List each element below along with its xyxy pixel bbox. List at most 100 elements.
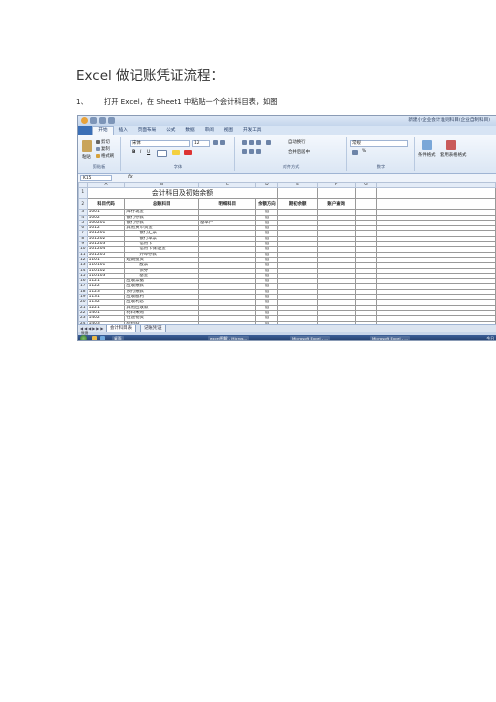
borders-icon[interactable] — [157, 150, 167, 157]
name-box[interactable]: K15 — [80, 175, 112, 181]
alignment-label: 对齐方式 — [282, 164, 300, 169]
office-menu[interactable] — [78, 126, 93, 135]
copy-button[interactable]: 复制 — [101, 146, 110, 152]
row-header[interactable]: 15 — [78, 272, 88, 280]
orientation-icon[interactable] — [266, 140, 271, 145]
tab-home[interactable]: 开始 — [92, 126, 114, 135]
document-title: Excel 做记账凭证流程： — [76, 68, 225, 84]
tab-formulas[interactable]: 公式 — [161, 126, 180, 135]
format-painter-button[interactable]: 格式刷 — [101, 153, 114, 159]
windows-taskbar: 桌面 excel图解 - Micros... Microsoft Excel -… — [78, 335, 496, 341]
paste-icon[interactable] — [82, 140, 92, 152]
header-code[interactable]: 科目代码 — [86, 198, 126, 211]
office-button-icon[interactable] — [81, 117, 88, 124]
row-header[interactable]: 2 — [78, 198, 88, 211]
window-title: 新建小企业会计准则科目(企业自制科目) — [408, 118, 490, 123]
cut-button[interactable]: 剪切 — [101, 139, 110, 145]
tab-developer[interactable]: 开发工具 — [238, 126, 266, 135]
taskbar-item-word[interactable]: excel图解 - Micros... — [208, 336, 250, 340]
format-painter-icon[interactable] — [96, 154, 100, 158]
excel-screenshot: 新建小企业会计准则科目(企业自制科目) 开始 插入 页面布局 公式 数据 审阅 … — [77, 115, 496, 341]
ie-icon[interactable] — [100, 336, 105, 340]
bold-button[interactable]: B — [132, 150, 135, 155]
tab-view[interactable]: 视图 — [219, 126, 238, 135]
row-header[interactable]: 12 — [78, 256, 88, 264]
row-header[interactable]: 14 — [78, 267, 88, 274]
header-direction[interactable]: 余额方向 — [255, 198, 279, 211]
alignment-group: 自动换行 合并后居中 对齐方式 — [236, 137, 347, 171]
undo-icon[interactable] — [99, 117, 106, 124]
cell[interactable] — [354, 187, 378, 200]
taskbar-item-excel-2[interactable]: Microsoft Excel - ... — [370, 336, 410, 340]
font-color-icon[interactable] — [184, 150, 192, 155]
italic-button[interactable]: I — [140, 150, 141, 155]
cell[interactable] — [376, 198, 496, 211]
quick-access-toolbar[interactable] — [81, 117, 115, 125]
currency-icon[interactable] — [352, 150, 358, 155]
grow-font-icon[interactable] — [213, 140, 218, 145]
shrink-font-icon[interactable] — [220, 140, 225, 145]
percent-button[interactable]: % — [362, 149, 366, 154]
fill-color-icon[interactable] — [172, 150, 180, 155]
cell[interactable] — [376, 187, 496, 200]
copy-icon[interactable] — [96, 147, 100, 151]
align-top-icon[interactable] — [242, 140, 247, 145]
fx-icon[interactable]: fx — [128, 174, 133, 180]
header-account[interactable]: 总账科目 — [124, 198, 199, 211]
table-format-icon[interactable] — [446, 140, 456, 150]
tab-review[interactable]: 审阅 — [200, 126, 219, 135]
ribbon-tabs: 开始 插入 页面布局 公式 数据 审阅 视图 开发工具 — [78, 126, 496, 135]
step-text: 打开 Excel，在 Sheet1 中粘贴一个会计科目表，如图 — [104, 97, 278, 106]
conditional-format-button[interactable]: 条件格式 — [418, 152, 436, 158]
number-group: 常规 % 数字 — [348, 137, 415, 171]
sheet-title-cell[interactable]: 会计科目及初始余额 — [86, 187, 279, 200]
header-account-query[interactable]: 账户查询 — [316, 198, 356, 211]
taskbar-item-desktop[interactable]: 桌面 — [112, 336, 124, 340]
tab-data[interactable]: 数据 — [180, 126, 199, 135]
tray-clock: 今日 — [486, 336, 494, 341]
cell[interactable] — [277, 187, 318, 200]
conditional-format-icon[interactable] — [422, 140, 432, 150]
align-center-icon[interactable] — [249, 149, 254, 154]
row-header[interactable]: 21 — [78, 304, 88, 311]
align-left-icon[interactable] — [242, 149, 247, 154]
step-1: 1、 打开 Excel，在 Sheet1 中粘贴一个会计科目表，如图 — [76, 97, 277, 107]
paste-button[interactable]: 粘贴 — [82, 154, 91, 160]
align-bottom-icon[interactable] — [256, 140, 261, 145]
align-middle-icon[interactable] — [249, 140, 254, 145]
number-label: 数字 — [376, 164, 386, 169]
cell[interactable] — [354, 198, 378, 211]
excel-title-bar: 新建小企业会计准则科目(企业自制科目) — [78, 116, 496, 126]
clipboard-label: 剪贴板 — [92, 164, 106, 169]
step-number: 1、 — [76, 97, 88, 106]
align-right-icon[interactable] — [256, 149, 261, 154]
start-button[interactable] — [80, 335, 87, 340]
font-size-select[interactable]: 12 — [192, 140, 210, 147]
worksheet-table: A B C D E F G 1 会计科目及初始余额 2 科目代码 总账科目 明细… — [78, 181, 496, 340]
taskbar-item-excel-1[interactable]: Microsoft Excel - ... — [290, 336, 330, 340]
header-detail[interactable]: 明细科目 — [197, 198, 257, 211]
tab-page-layout[interactable]: 页面布局 — [133, 126, 161, 135]
row-header[interactable]: 1 — [78, 187, 88, 200]
merge-center-button[interactable]: 合并后居中 — [288, 149, 310, 155]
header-opening-balance[interactable]: 期初余额 — [277, 198, 318, 211]
wrap-text-button[interactable]: 自动换行 — [288, 139, 306, 145]
table-format-button[interactable]: 套用表格格式 — [440, 152, 466, 158]
underline-button[interactable]: U — [147, 150, 150, 155]
cell[interactable] — [316, 187, 356, 200]
cut-icon[interactable] — [96, 140, 100, 144]
styles-group: 条件格式 套用表格格式 — [416, 137, 496, 171]
row-header[interactable]: 18 — [78, 288, 88, 296]
save-icon[interactable] — [90, 117, 97, 124]
row-header[interactable]: 11 — [78, 251, 88, 258]
redo-icon[interactable] — [108, 117, 115, 124]
title-row: 1 会计科目及初始余额 — [78, 187, 496, 200]
row-header[interactable]: 22 — [78, 309, 88, 317]
folder-icon[interactable] — [92, 336, 97, 340]
number-format-select[interactable]: 常规 — [350, 140, 408, 147]
tab-insert[interactable]: 插入 — [114, 126, 133, 135]
ribbon: 粘贴 剪切 复制 格式刷 剪贴板 宋体 12 B I U 字体 自动换行 合并后… — [78, 135, 496, 174]
worksheet-grid: A B C D E F G 1 会计科目及初始余额 2 科目代码 总账科目 明细… — [78, 181, 496, 340]
clipboard-group: 粘贴 剪切 复制 格式刷 剪贴板 — [78, 137, 121, 171]
font-name-select[interactable]: 宋体 — [130, 140, 190, 147]
